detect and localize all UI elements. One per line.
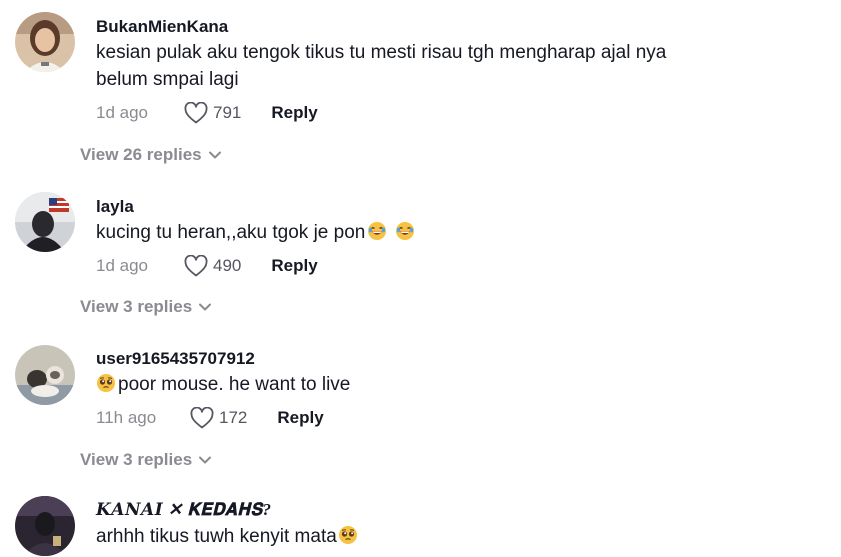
view-replies-label: View 26 replies (80, 145, 202, 164)
reply-button[interactable]: Reply (271, 103, 317, 123)
like-button[interactable]: 172 (190, 407, 247, 429)
rolling-laughing-emoji (368, 222, 387, 240)
comment-meta: 11h ago 172 Reply (96, 405, 324, 431)
comment-text: kesian pulak aku tengok tikus tu mesti r… (96, 39, 666, 93)
comment-username[interactable]: user9165435707912 (96, 349, 255, 369)
heart-outline-icon (184, 102, 208, 124)
avatar[interactable] (15, 192, 75, 252)
chevron-down-icon (208, 151, 221, 159)
rolling-laughing-emoji (396, 222, 415, 240)
comment-text: poor mouse. he want to live (96, 371, 350, 398)
comment-time: 11h ago (96, 408, 157, 427)
comment-username[interactable]: 𝑲𝑨𝑵𝑨𝑰 ✕ 𝐊𝐄𝐃𝐀𝐇𝐒? (96, 500, 272, 520)
view-replies-label: View 3 replies (80, 450, 193, 469)
view-replies-button[interactable]: View 3 replies (80, 297, 212, 317)
like-button[interactable]: 791 (184, 102, 241, 124)
chevron-down-icon (199, 456, 212, 464)
comment-meta: 1d ago 490 Reply (96, 253, 318, 279)
view-replies-button[interactable]: View 3 replies (80, 450, 212, 470)
comment-text-body: kucing tu heran,,aku tgok je pon (96, 222, 366, 243)
view-replies-button[interactable]: View 26 replies (80, 145, 222, 165)
comment-text-body: arhhh tikus tuwh kenyit mata (96, 526, 337, 547)
avatar[interactable] (15, 496, 75, 556)
like-count: 172 (219, 408, 248, 427)
comment-text-body: poor mouse. he want to live (118, 374, 351, 395)
pleading-face-emoji (338, 526, 357, 544)
reply-button[interactable]: Reply (277, 408, 323, 428)
like-button[interactable]: 490 (184, 255, 241, 277)
comment-text: arhhh tikus tuwh kenyit mata (96, 523, 360, 550)
avatar[interactable] (15, 12, 75, 72)
reply-button[interactable]: Reply (271, 256, 317, 276)
like-count: 490 (213, 256, 242, 275)
chevron-down-icon (199, 303, 212, 311)
like-count: 791 (213, 103, 242, 122)
comment-text: kucing tu heran,,aku tgok je pon (96, 219, 417, 246)
comment-username[interactable]: layla (96, 197, 134, 217)
comment-list: BukanMienKana kesian pulak aku tengok ti… (0, 0, 841, 557)
view-replies-label: View 3 replies (80, 297, 193, 316)
comment-time: 1d ago (96, 103, 148, 122)
heart-outline-icon (190, 407, 214, 429)
comment-time: 1d ago (96, 256, 148, 275)
comment-text-line: kesian pulak aku tengok tikus tu mesti r… (96, 42, 667, 63)
pleading-face-emoji (97, 374, 115, 392)
comment-username[interactable]: BukanMienKana (96, 17, 228, 37)
comment-meta: 1d ago 791 Reply (96, 100, 318, 126)
avatar[interactable] (15, 345, 75, 405)
heart-outline-icon (184, 255, 208, 277)
comment-text-line: belum smpai lagi (96, 69, 239, 90)
